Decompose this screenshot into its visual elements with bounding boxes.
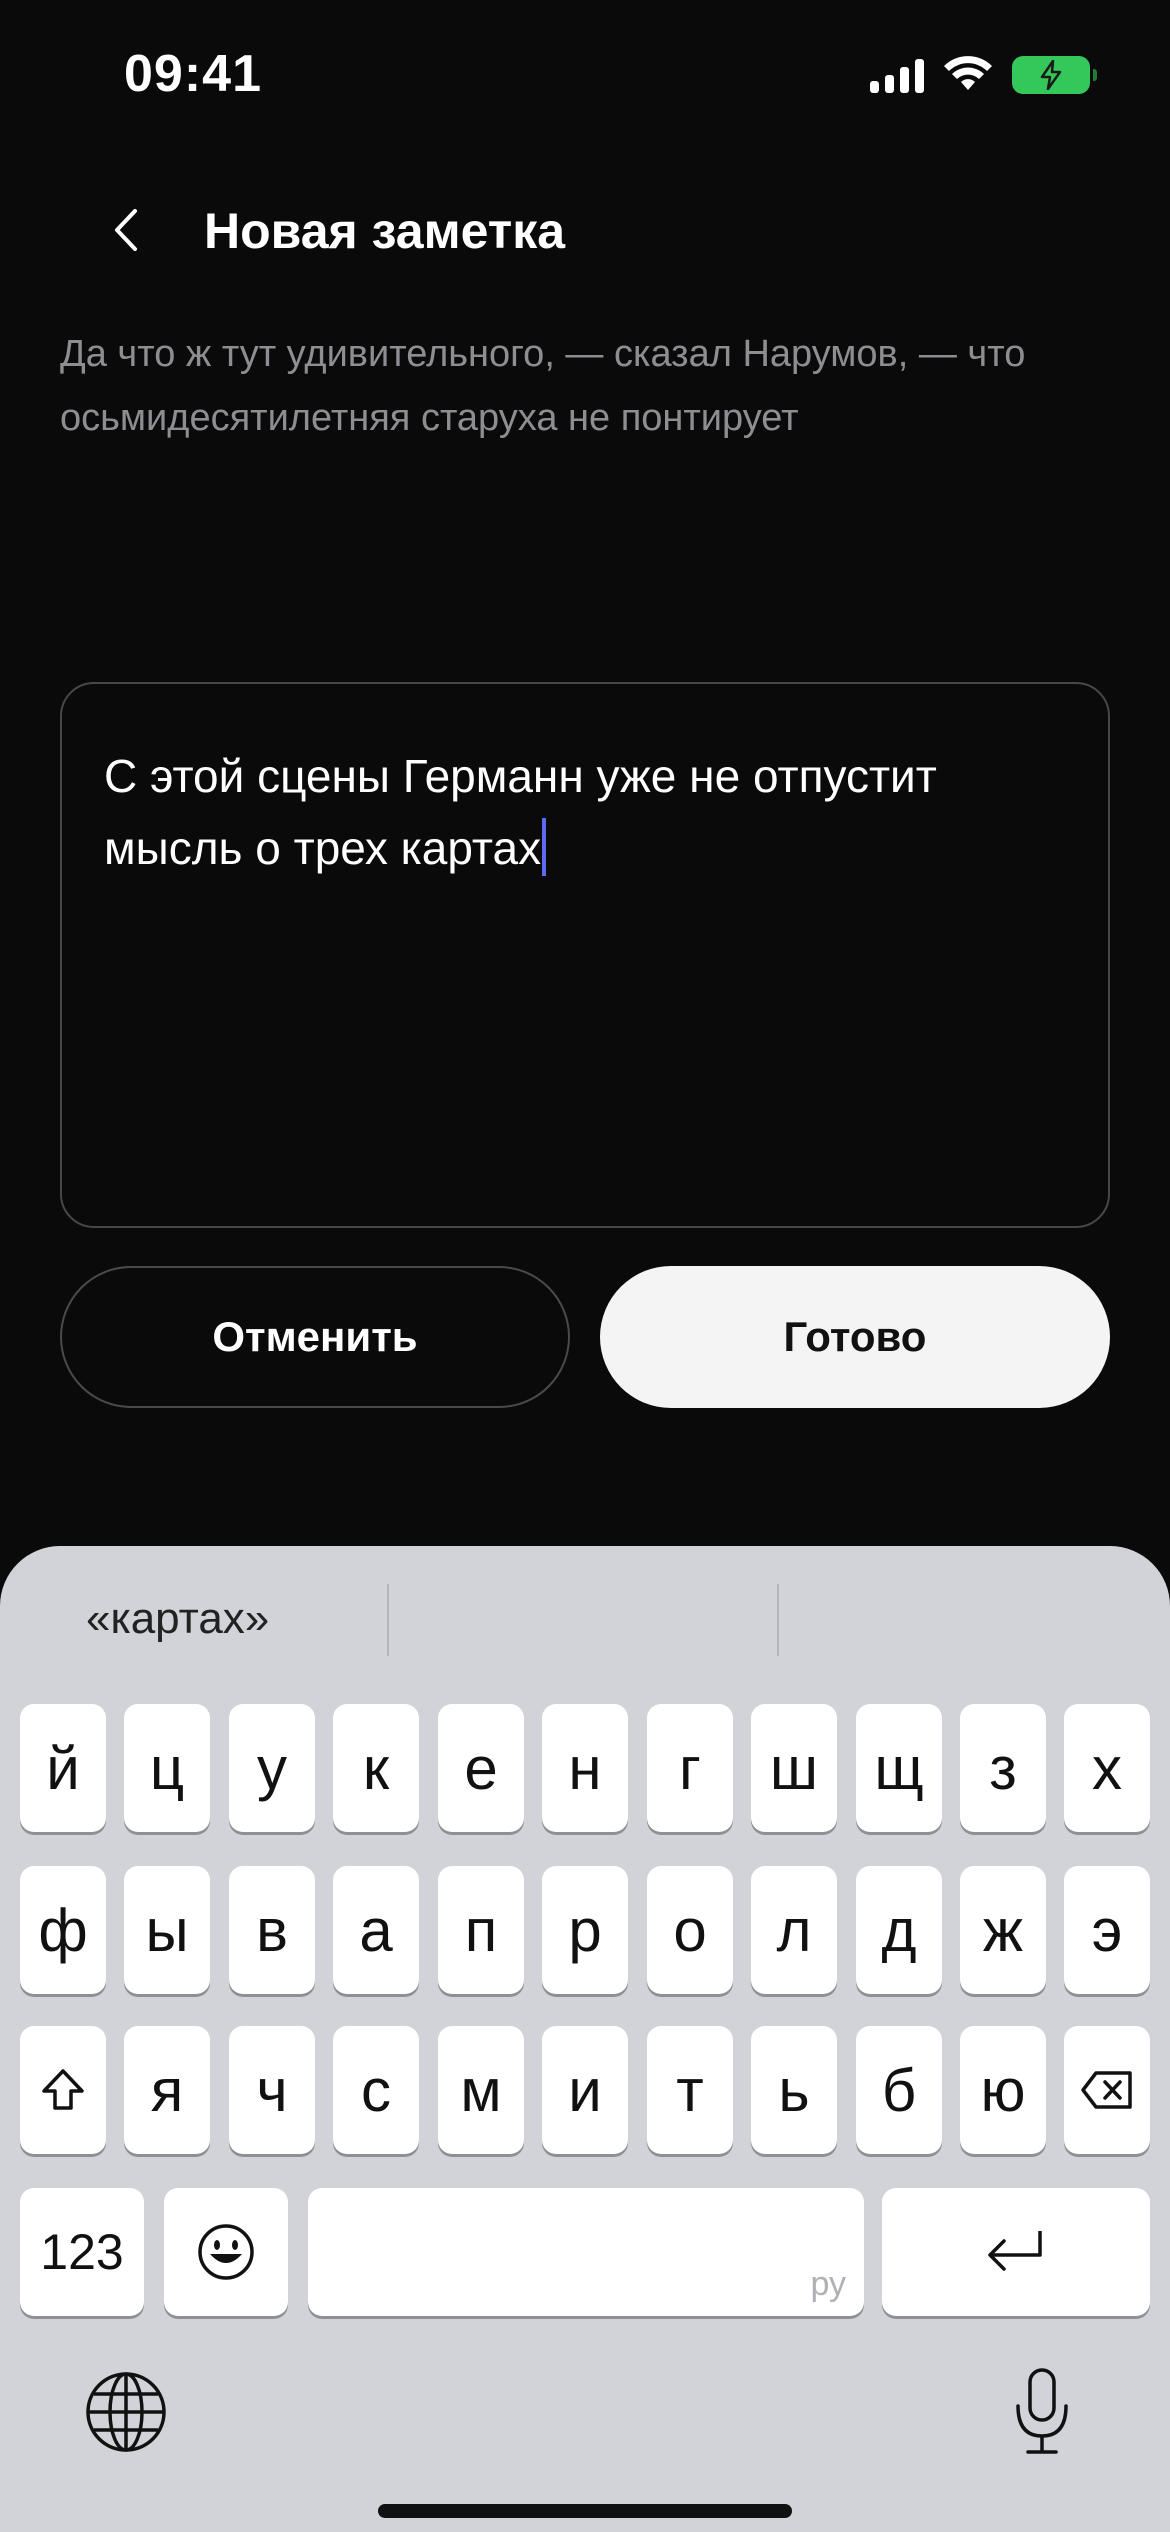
page-title: Новая заметка [204,203,566,259]
backspace-key[interactable] [1064,2026,1150,2154]
key[interactable]: ц [124,1704,210,1832]
back-button[interactable] [100,200,150,260]
key[interactable]: с [333,2026,419,2154]
numbers-key[interactable]: 123 [20,2188,144,2316]
key[interactable]: р [542,1866,628,1994]
suggestion-bar: «картах» [0,1546,1170,1678]
text-caret [542,818,547,876]
key[interactable]: ф [20,1866,106,1994]
key[interactable]: ч [229,2026,315,2154]
emoji-key[interactable] [164,2188,288,2316]
key[interactable]: л [751,1866,837,1994]
suggestion-divider [387,1584,389,1656]
chevron-left-icon [115,209,137,251]
key[interactable]: г [647,1704,733,1832]
key[interactable]: н [542,1704,628,1832]
key[interactable]: и [542,2026,628,2154]
microphone-icon[interactable] [1010,2366,1074,2458]
done-button[interactable]: Готово [600,1266,1110,1408]
key[interactable]: ш [751,1704,837,1832]
suggestion-divider [777,1584,779,1656]
status-icons [870,56,1097,94]
key[interactable]: е [438,1704,524,1832]
key[interactable]: в [229,1866,315,1994]
key[interactable]: б [856,2026,942,2154]
key[interactable]: щ [856,1704,942,1832]
battery-charging-icon [1012,56,1097,94]
return-icon [988,2231,1042,2271]
key[interactable]: п [438,1866,524,1994]
wifi-icon [944,56,992,90]
shift-icon [42,2069,84,2110]
emoji-icon [198,2224,254,2280]
note-text: С этой сцены Германн уже не отпустит мыс… [104,750,937,874]
key[interactable]: х [1064,1704,1150,1832]
key[interactable]: ь [751,2026,837,2154]
globe-icon[interactable] [84,2370,168,2454]
key[interactable]: э [1064,1866,1150,1994]
status-time: 09:41 [124,45,262,103]
key[interactable]: ю [960,2026,1046,2154]
backspace-icon [1081,2071,1132,2109]
key[interactable]: у [229,1704,315,1832]
cellular-signal-icon [870,57,924,93]
key[interactable]: з [960,1704,1046,1832]
shift-key[interactable] [20,2026,106,2154]
key[interactable]: т [647,2026,733,2154]
home-indicator [378,2504,792,2518]
key[interactable]: к [333,1704,419,1832]
key[interactable]: ж [960,1866,1046,1994]
status-bar: 09:41 [0,0,1170,150]
key[interactable]: о [647,1866,733,1994]
return-key[interactable] [882,2188,1150,2316]
key[interactable]: а [333,1866,419,1994]
keyboard: «картах» й ц у к е н г ш щ з х ф ы в а п… [0,1546,1170,2532]
key[interactable]: ы [124,1866,210,1994]
key[interactable]: я [124,2026,210,2154]
note-description: Да что ж тут удивительного, — сказал Нар… [60,333,1026,439]
space-key[interactable]: ру [308,2188,864,2316]
note-text-area[interactable]: С этой сцены Германн уже не отпустит мыс… [60,682,1110,1228]
key[interactable]: м [438,2026,524,2154]
suggestion-item[interactable]: «картах» [86,1594,269,1644]
key[interactable]: д [856,1866,942,1994]
key[interactable]: й [20,1704,106,1832]
cancel-button[interactable]: Отменить [60,1266,570,1408]
space-language-label: ру [810,2265,846,2303]
